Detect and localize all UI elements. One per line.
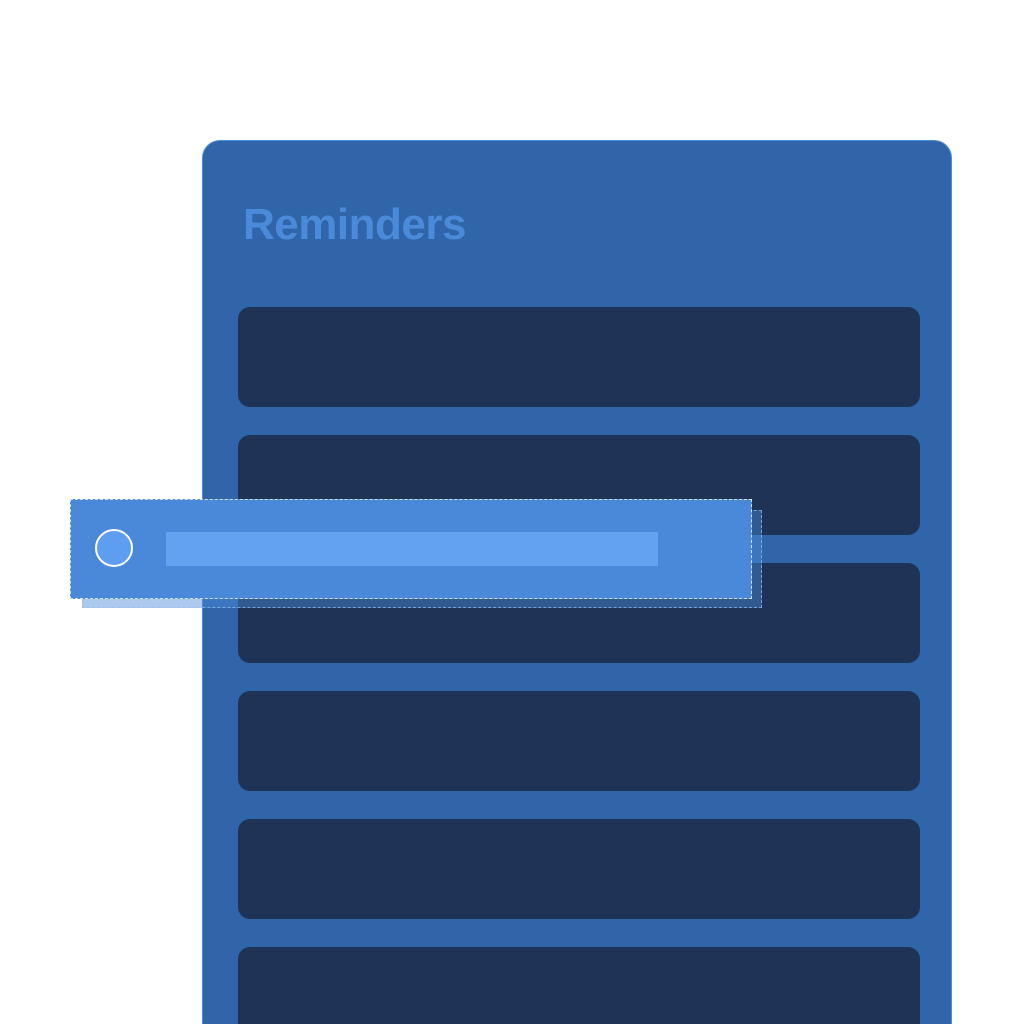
reminder-row[interactable] — [238, 691, 920, 791]
reminder-row[interactable] — [238, 819, 920, 919]
panel-title: Reminders — [243, 200, 466, 249]
dragged-reminder-item[interactable] — [70, 499, 752, 599]
reminder-checkbox[interactable] — [95, 529, 133, 567]
reminder-row[interactable] — [238, 947, 920, 1024]
reminder-text-placeholder — [166, 532, 658, 566]
stage: Reminders — [0, 0, 1024, 1024]
reminder-row[interactable] — [238, 307, 920, 407]
